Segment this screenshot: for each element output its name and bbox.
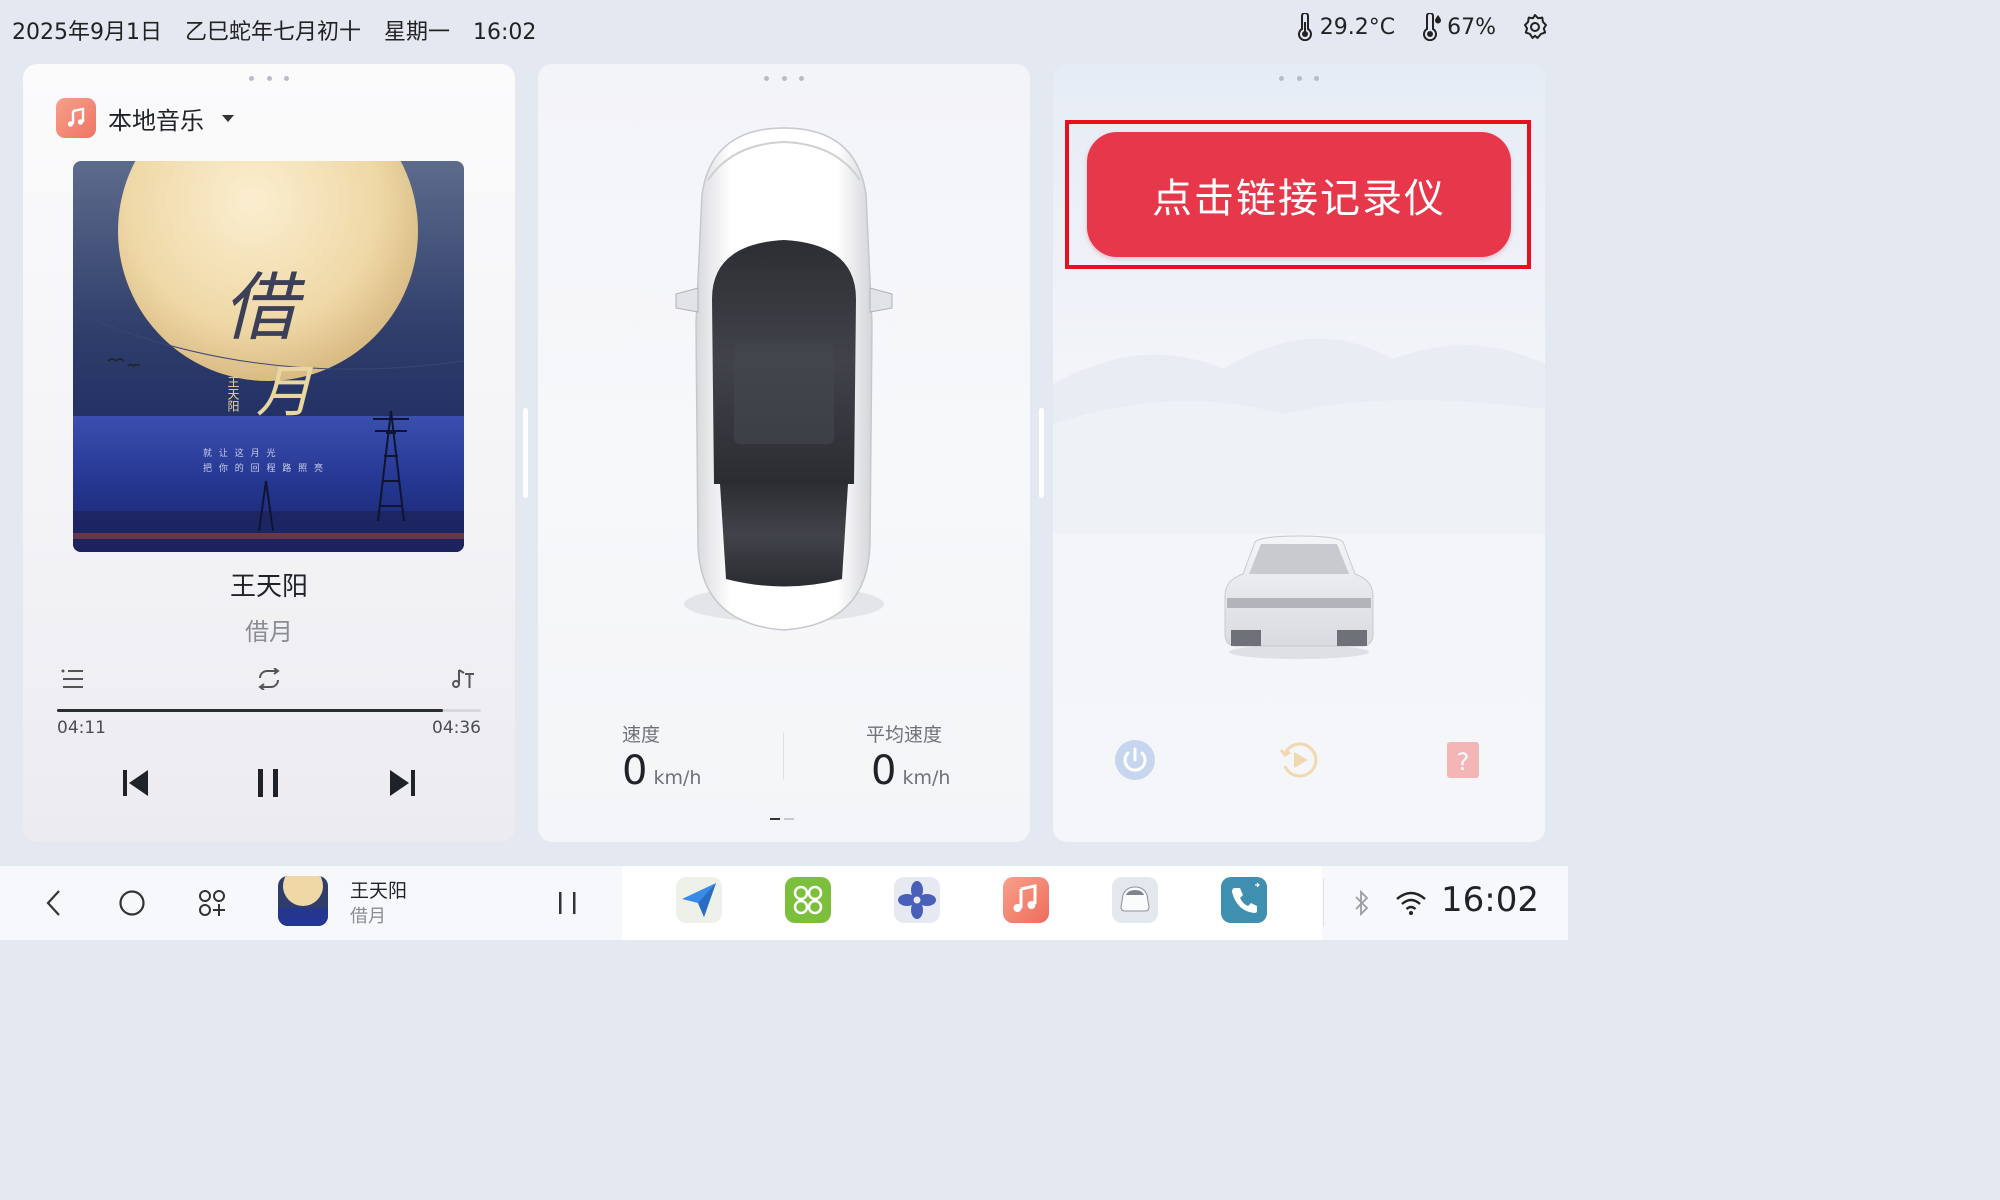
avg-speed-unit: km/h: [902, 767, 951, 789]
svg-text:?: ?: [1457, 748, 1470, 776]
car-app-icon[interactable]: [1112, 877, 1158, 923]
dock-separator: [1323, 878, 1324, 926]
temperature-indicator: 29.2°C: [1294, 13, 1395, 41]
fan-app-icon[interactable]: [894, 877, 940, 923]
elapsed-time: 04:11: [57, 718, 106, 738]
page-indicator: [770, 818, 794, 820]
progress-fill: [57, 709, 443, 712]
avg-speed-value: 0: [871, 748, 897, 794]
music-note-icon: [56, 98, 96, 138]
status-weekday: 星期一: [384, 20, 451, 45]
next-icon[interactable]: [387, 766, 417, 804]
dock-app-bar: [622, 866, 1322, 940]
status-bar: 2025年9月1日 乙巳蛇年七月初十 星期一 16:02 29.2°C 67%: [0, 0, 1568, 58]
avg-speed-readout: 0 km/h: [871, 748, 950, 794]
app-drawer-icon[interactable]: [190, 866, 234, 940]
power-icon[interactable]: [1113, 738, 1157, 786]
svg-text:借: 借: [223, 265, 306, 351]
connect-dashcam-button[interactable]: 点击链接记录仪: [1087, 132, 1511, 257]
mini-album-art[interactable]: [278, 876, 328, 926]
progress-bar[interactable]: [57, 709, 481, 712]
dashcam-card: 点击链接记录仪 ?: [1053, 64, 1545, 842]
pause-icon[interactable]: [254, 766, 284, 804]
status-date-group: 2025年9月1日 乙巳蛇年七月初十 星期一 16:02: [12, 14, 552, 46]
dock-clock: 16:02: [1441, 880, 1539, 920]
repeat-icon[interactable]: [256, 667, 282, 694]
drag-handle[interactable]: [764, 76, 804, 82]
navigation-app-icon[interactable]: [676, 877, 722, 923]
wifi-icon[interactable]: [1394, 866, 1428, 940]
home-icon[interactable]: [110, 866, 154, 940]
card-resize-handle[interactable]: [1039, 408, 1044, 498]
svg-text:月: 月: [256, 360, 313, 425]
status-date: 2025年9月1日: [12, 20, 162, 45]
speed-unit: km/h: [653, 767, 702, 789]
back-icon[interactable]: [34, 866, 74, 940]
humidity-value: 67%: [1447, 14, 1496, 40]
dock-song-artist: 王天阳: [350, 880, 408, 902]
music-source-label: 本地音乐: [108, 106, 204, 135]
music-source-selector[interactable]: 本地音乐: [56, 98, 234, 138]
car-rear-view-image: [1221, 534, 1377, 664]
svg-text:把 你 的 回 程 路 照 亮: 把 你 的 回 程 路 照 亮: [203, 462, 325, 474]
song-title: 借月: [245, 618, 293, 646]
thermometer-icon: [1294, 13, 1316, 41]
playlist-icon[interactable]: [61, 668, 85, 694]
status-lunar-date: 乙巳蛇年七月初十: [184, 20, 361, 45]
album-art: 借 月 王天阳 就 让 这 月 光 把 你 的 回 程 路 照 亮: [73, 161, 464, 552]
phone-app-icon[interactable]: [1221, 877, 1267, 923]
bottom-dock: 王天阳 借月 16:02: [0, 866, 1568, 940]
svg-text:王天阳: 王天阳: [226, 376, 240, 412]
speed-value: 0: [622, 748, 648, 794]
car-top-view-image: [672, 124, 896, 638]
humidity-indicator: 67%: [1419, 13, 1496, 41]
status-climate-group: 29.2°C 67%: [1280, 12, 1550, 42]
card-resize-handle[interactable]: [523, 408, 528, 498]
bluetooth-icon[interactable]: [1350, 866, 1374, 940]
svg-text:就 让 这 月 光: 就 让 这 月 光: [203, 447, 277, 459]
speed-label: 速度: [622, 724, 661, 746]
playback-icon[interactable]: [1277, 738, 1321, 786]
settings-icon[interactable]: [1520, 12, 1550, 42]
avg-speed-label: 平均速度: [866, 724, 943, 746]
apps-grid-app-icon[interactable]: [785, 877, 831, 923]
speed-divider: [783, 732, 784, 780]
previous-icon[interactable]: [121, 766, 151, 804]
drag-handle[interactable]: [249, 76, 289, 82]
humidity-icon: [1419, 13, 1443, 41]
dock-pause-icon[interactable]: [556, 890, 580, 920]
status-time: 16:02: [473, 20, 537, 45]
speed-readout: 0 km/h: [622, 748, 701, 794]
music-app-icon[interactable]: [1003, 877, 1049, 923]
total-time: 04:36: [432, 718, 481, 738]
help-icon[interactable]: ?: [1445, 738, 1481, 786]
lyrics-icon[interactable]: [451, 668, 475, 694]
chevron-down-icon: [222, 114, 234, 122]
dock-song-title: 借月: [350, 906, 386, 927]
temperature-value: 29.2°C: [1319, 14, 1396, 40]
drag-handle[interactable]: [1279, 76, 1319, 82]
mountain-background: [1053, 274, 1545, 534]
music-card[interactable]: 本地音乐 借 月 王天阳 就 让 这 月 光 把 你 的 回 程 路 照 亮 王…: [23, 64, 515, 842]
song-artist: 王天阳: [229, 572, 308, 602]
car-status-card: 速度 0 km/h 平均速度 0 km/h: [538, 64, 1030, 842]
